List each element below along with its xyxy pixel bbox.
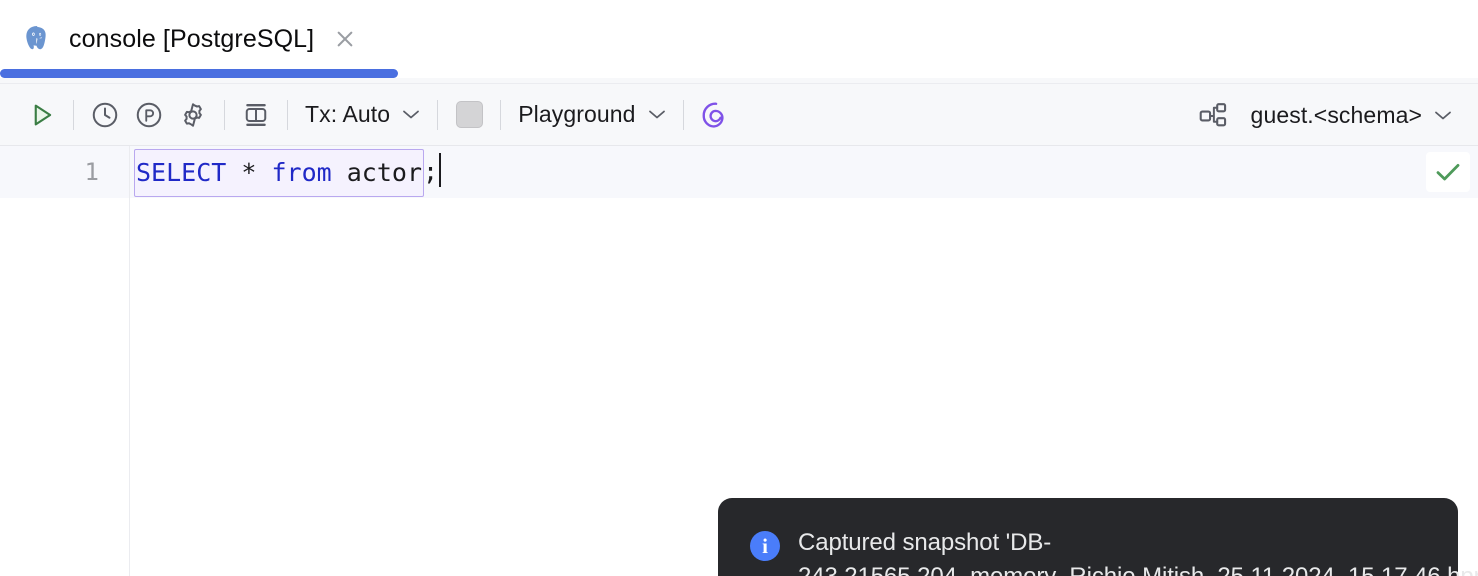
toolbar-separator	[683, 100, 684, 130]
clock-history-icon	[90, 100, 120, 130]
line-number: 1	[0, 146, 99, 198]
sql-keyword-from: from	[271, 158, 331, 187]
toolbar-separator	[500, 100, 501, 130]
sql-star: *	[226, 158, 271, 187]
settings-button[interactable]	[171, 93, 215, 137]
text-caret	[439, 153, 441, 187]
history-button[interactable]	[83, 93, 127, 137]
toolbar-separator	[73, 100, 74, 130]
info-icon: i	[750, 531, 780, 561]
code-line[interactable]: SELECT * from actor;	[135, 146, 441, 198]
run-play-icon	[27, 100, 57, 130]
chevron-down-icon	[648, 109, 666, 120]
close-icon[interactable]	[332, 26, 358, 52]
tab-title: console [PostgreSQL]	[69, 24, 314, 54]
ai-assistant-spiral-icon	[700, 100, 730, 130]
schema-dropdown[interactable]: guest.<schema>	[1243, 93, 1460, 137]
layout-button[interactable]	[234, 93, 278, 137]
editor-tab-console-postgresql[interactable]: console [PostgreSQL]	[0, 0, 358, 78]
chevron-down-icon	[402, 109, 420, 120]
sql-statement-terminator: ;	[423, 157, 438, 186]
schema-label: guest.<schema>	[1251, 102, 1422, 129]
toolbar-right-group: guest.<schema>	[1198, 84, 1460, 146]
notification-content: i Captured snapshot 'DB-243.21565.204_me…	[750, 526, 1432, 576]
schema-tree-icon	[1198, 100, 1230, 130]
split-layout-icon	[241, 100, 271, 130]
circled-p-icon	[134, 100, 164, 130]
sql-keyword-select: SELECT	[136, 158, 226, 187]
green-checkmark-icon	[1434, 160, 1462, 184]
stop-square-icon	[456, 101, 483, 128]
toolbar-separator	[224, 100, 225, 130]
gear-icon	[178, 100, 208, 130]
notification-balloon: i Captured snapshot 'DB-243.21565.204_me…	[718, 498, 1458, 576]
stop-button[interactable]	[447, 93, 491, 137]
tab-active-indicator	[0, 69, 398, 78]
sql-table-name: actor	[332, 158, 422, 187]
statement-highlight-box: SELECT * from actor	[134, 149, 424, 197]
parameters-button[interactable]	[127, 93, 171, 137]
postgresql-elephant-icon	[22, 24, 52, 54]
inspection-status-badge[interactable]	[1426, 152, 1470, 192]
chevron-down-icon	[1434, 110, 1452, 121]
session-dropdown[interactable]: Playground	[510, 93, 673, 137]
transaction-mode-label: Tx: Auto	[305, 101, 390, 128]
sql-editor[interactable]: 1 SELECT * from actor; i Captured snapsh…	[0, 146, 1478, 576]
run-button[interactable]	[20, 93, 64, 137]
notification-message: Captured snapshot 'DB-243.21565.204_memo…	[798, 526, 1416, 576]
ai-assistant-button[interactable]	[693, 93, 737, 137]
session-label: Playground	[518, 101, 635, 128]
gutter-divider	[129, 146, 130, 576]
transaction-mode-dropdown[interactable]: Tx: Auto	[297, 93, 428, 137]
tab-bar: console [PostgreSQL]	[0, 0, 1478, 84]
editor-toolbar: Tx: Auto Playground guest.<schema>	[0, 84, 1478, 146]
toolbar-separator	[287, 100, 288, 130]
toolbar-separator	[437, 100, 438, 130]
